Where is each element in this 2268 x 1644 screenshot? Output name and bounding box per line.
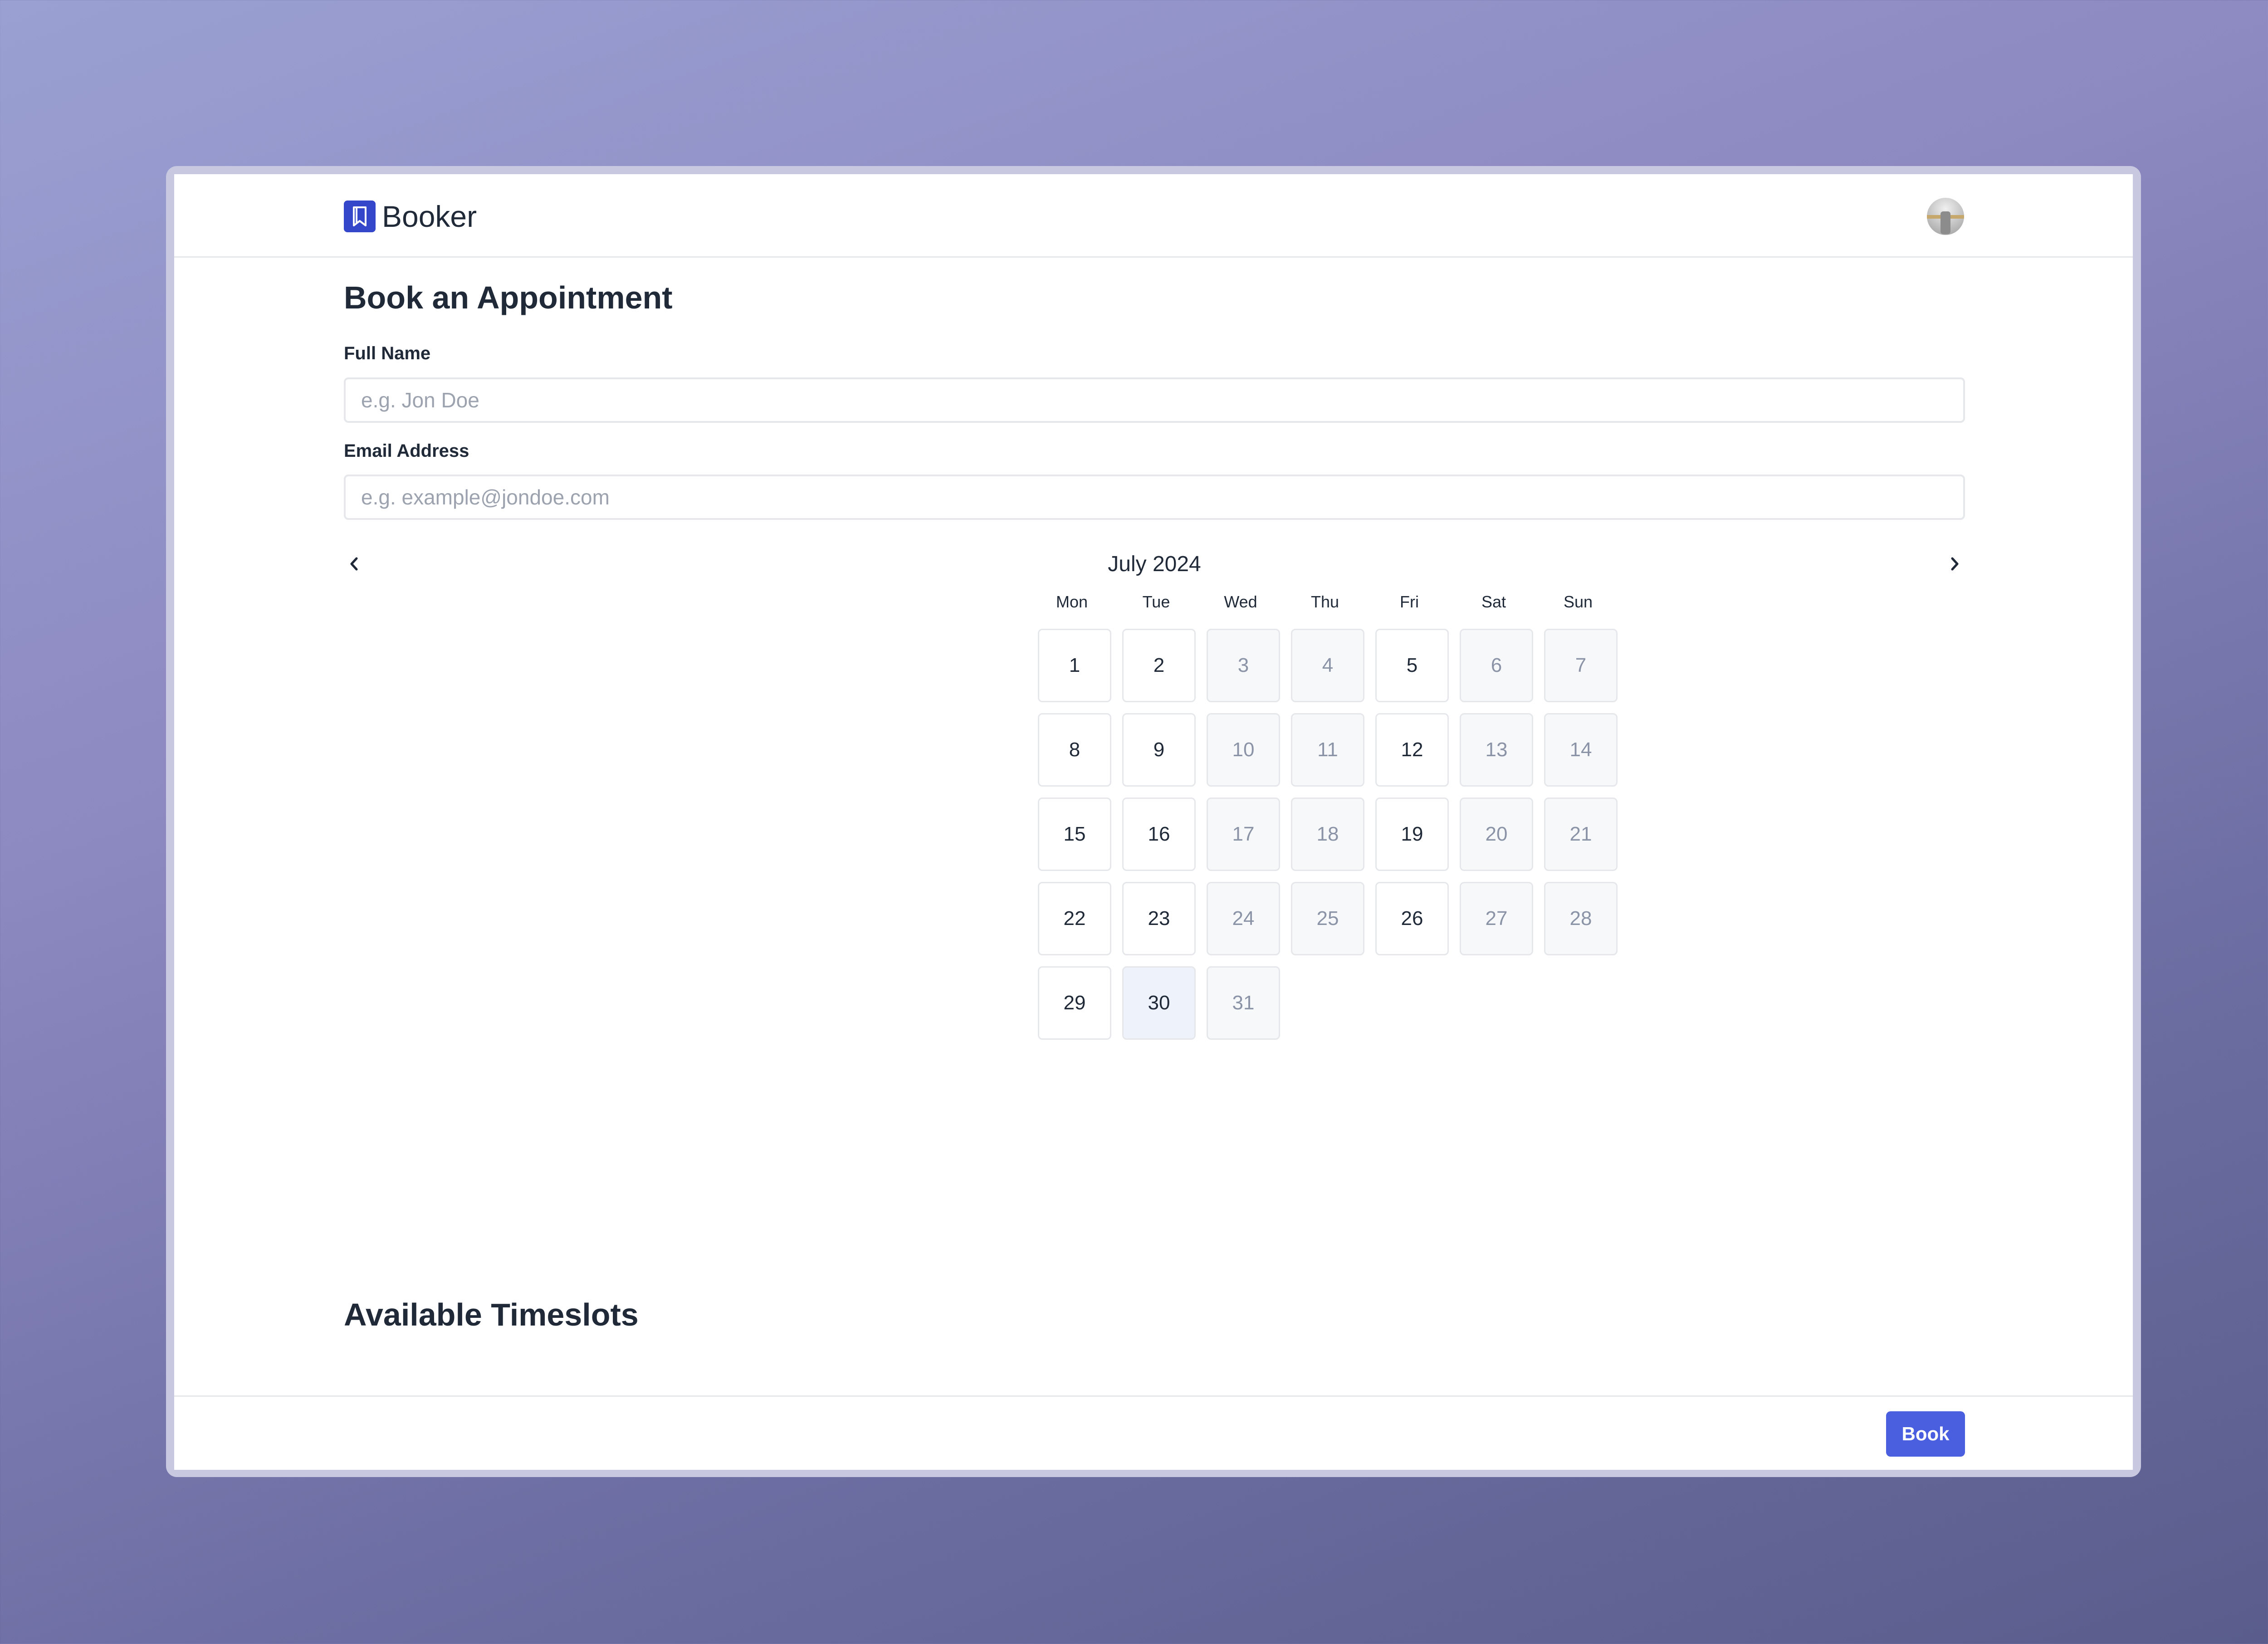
calendar-day[interactable]: 29 (1038, 966, 1111, 1040)
calendar-day[interactable]: 5 (1375, 629, 1449, 702)
calendar-day[interactable]: 26 (1375, 882, 1449, 955)
calendar-day: 28 (1544, 882, 1618, 955)
booking-form: Book an Appointment Full Name Email Addr… (344, 258, 1965, 1374)
calendar-day[interactable]: 23 (1122, 882, 1196, 955)
weekday-mon: Mon (1056, 592, 1088, 611)
calendar-day: 24 (1207, 882, 1280, 955)
weekday-header: Mon Tue Wed Thu Fri Sat Sun (1035, 592, 1616, 620)
weekday-fri: Fri (1400, 592, 1419, 611)
calendar-day[interactable]: 19 (1375, 798, 1449, 871)
calendar-day: 27 (1460, 882, 1533, 955)
page-title: Book an Appointment (344, 280, 673, 315)
calendar-day[interactable]: 12 (1375, 713, 1449, 787)
calendar-day: 6 (1460, 629, 1533, 702)
calendar-day: 3 (1207, 629, 1280, 702)
avatar[interactable] (1927, 198, 1964, 235)
calendar-day[interactable]: 1 (1038, 629, 1111, 702)
app-name: Booker (382, 200, 477, 233)
footer-bar: Book (174, 1395, 2133, 1470)
calendar-day: 7 (1544, 629, 1618, 702)
app-header: Booker (174, 174, 2133, 258)
calendar-day[interactable]: 8 (1038, 713, 1111, 787)
calendar-day[interactable]: 15 (1038, 798, 1111, 871)
calendar-day: 10 (1207, 713, 1280, 787)
calendar-day: 13 (1460, 713, 1533, 787)
weekday-sun: Sun (1563, 592, 1593, 611)
bookmark-icon (344, 201, 376, 232)
full-name-input[interactable] (344, 377, 1965, 423)
weekday-tue: Tue (1142, 592, 1170, 611)
calendar-day: 31 (1207, 966, 1280, 1040)
month-navigation: July 2024 (344, 543, 1965, 584)
book-button[interactable]: Book (1886, 1411, 1965, 1457)
calendar-day[interactable]: 30 (1122, 966, 1196, 1040)
calendar-grid: 1 2 3 4 5 6 7 8 9 10 11 12 13 14 15 16 17 18 19 20 21 22 23 24 2… (1038, 629, 1618, 1040)
month-label: July 2024 (1108, 552, 1201, 576)
full-name-label: Full Name (344, 343, 431, 363)
timeslots-title: Available Timeslots (344, 1297, 639, 1332)
email-input[interactable] (344, 475, 1965, 520)
chevron-right-icon[interactable] (1939, 548, 1965, 580)
calendar-day[interactable]: 9 (1122, 713, 1196, 787)
calendar-day: 14 (1544, 713, 1618, 787)
calendar-day: 11 (1291, 713, 1364, 787)
calendar-day: 25 (1291, 882, 1364, 955)
calendar-day: 17 (1207, 798, 1280, 871)
app-logo[interactable]: Booker (344, 199, 477, 234)
email-label: Email Address (344, 441, 469, 461)
calendar-day[interactable]: 16 (1122, 798, 1196, 871)
calendar-day: 20 (1460, 798, 1533, 871)
calendar-day: 4 (1291, 629, 1364, 702)
weekday-sat: Sat (1481, 592, 1506, 611)
avatar-figure (1941, 211, 1950, 234)
calendar-day[interactable]: 22 (1038, 882, 1111, 955)
calendar-day: 18 (1291, 798, 1364, 871)
calendar-day: 21 (1544, 798, 1618, 871)
weekday-thu: Thu (1310, 592, 1339, 611)
weekday-wed: Wed (1224, 592, 1257, 611)
calendar-day[interactable]: 2 (1122, 629, 1196, 702)
booking-window: Booker Book an Appointment Full Name Ema… (174, 174, 2133, 1470)
